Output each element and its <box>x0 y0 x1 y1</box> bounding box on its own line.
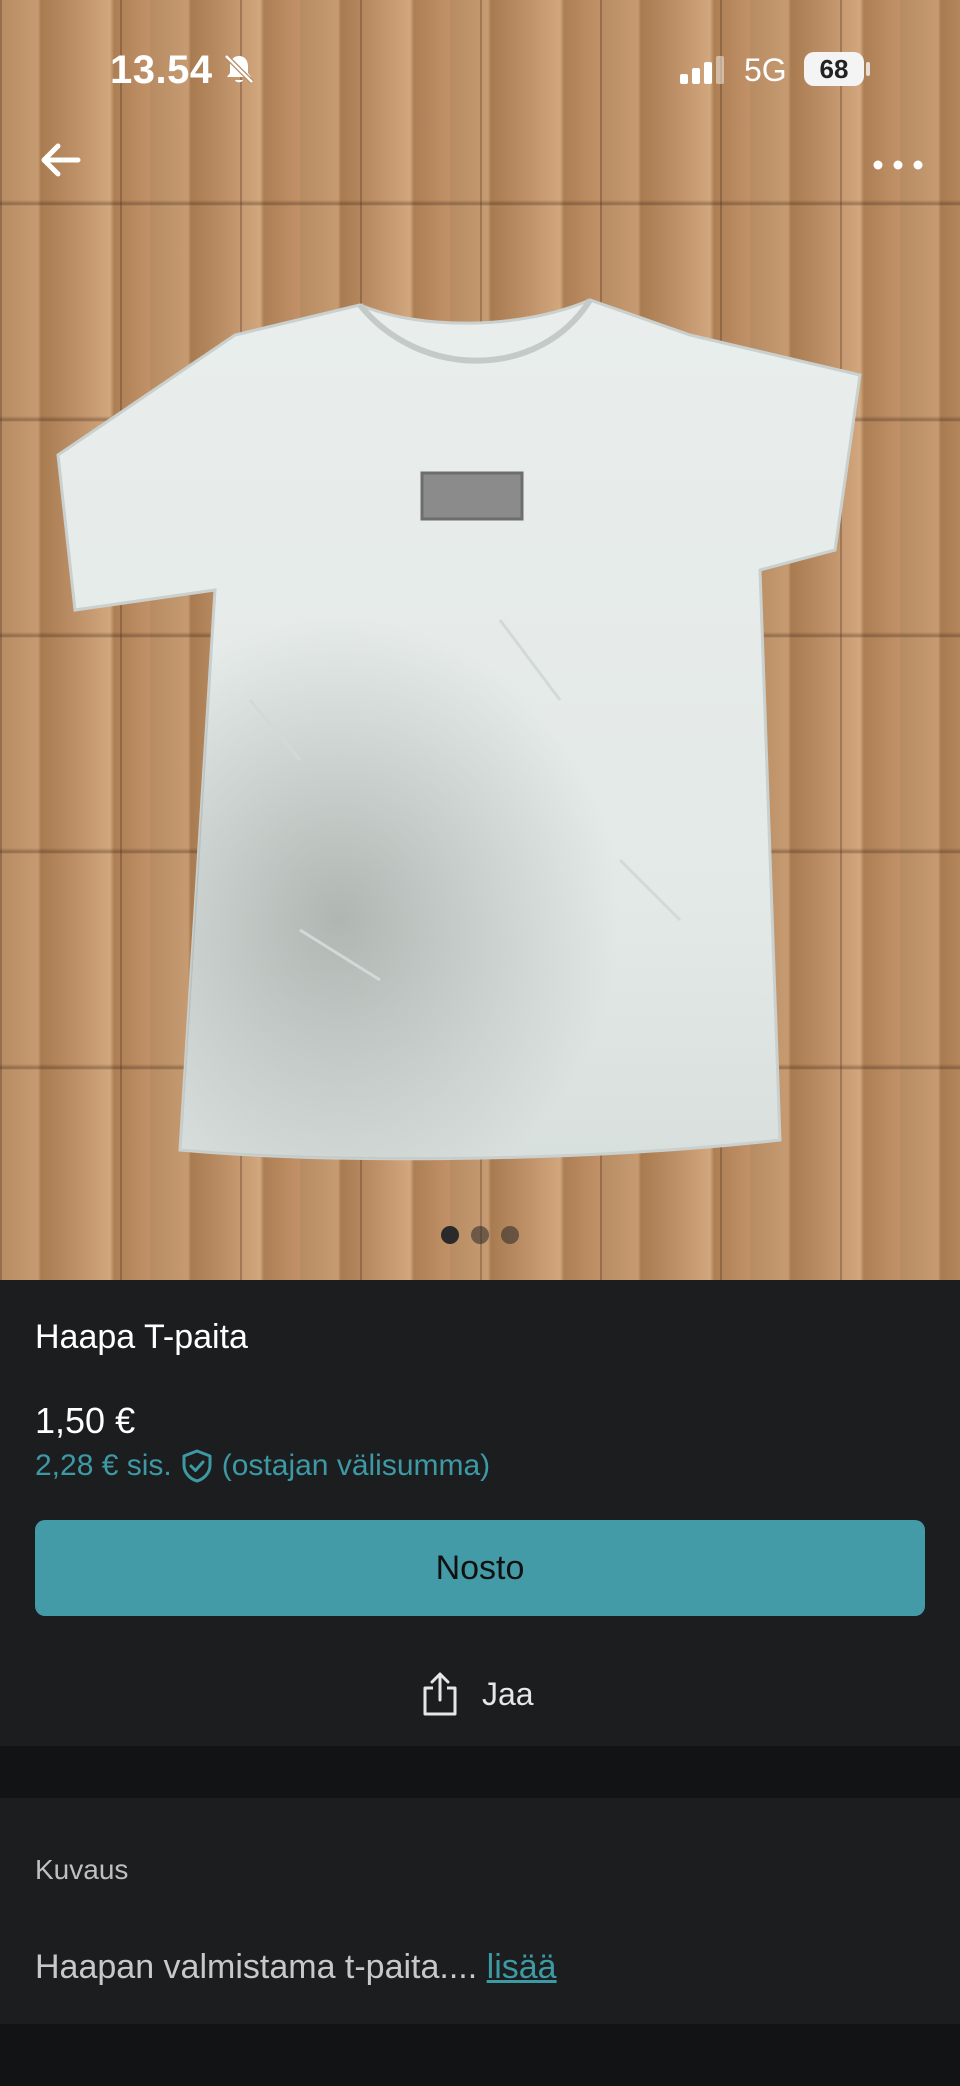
section-divider <box>0 1746 960 1798</box>
product-price: 1,50 € <box>35 1400 136 1441</box>
gallery-pagination[interactable] <box>0 1226 960 1249</box>
battery-tip <box>866 62 870 76</box>
description-section <box>0 1798 960 2024</box>
description-text: Haapan valmistama t-paita.... lisää <box>35 1948 557 1987</box>
buyer-total-note: (ostajan välisumma) <box>221 1449 491 1482</box>
status-bar: 13.54 5G 68 <box>0 0 960 140</box>
product-title: Haapa T-paita <box>35 1318 248 1356</box>
bump-button[interactable]: Nosto <box>35 1520 925 1616</box>
shield-check-icon[interactable] <box>180 1448 214 1484</box>
page-dot-3[interactable] <box>501 1226 520 1244</box>
more-options-button[interactable] <box>866 140 930 190</box>
status-time: 13.54 <box>110 48 213 92</box>
share-icon <box>423 1672 457 1716</box>
tshirt-image <box>56 298 862 1161</box>
back-button[interactable] <box>30 130 90 190</box>
arrow-left-icon <box>41 143 81 177</box>
product-photo[interactable] <box>0 0 960 1280</box>
signal-bars-icon <box>680 56 724 84</box>
buyer-total: 2,28 € sis. <box>35 1449 172 1482</box>
description-body: Haapan valmistama t-paita.... <box>35 1948 478 1986</box>
share-button[interactable]: Jaa <box>420 1670 534 1718</box>
bottom-divider <box>0 2024 960 2086</box>
battery-indicator: 68 <box>804 52 864 86</box>
buyer-total-line: 2,28 € sis. (ostajan välisumma) <box>35 1448 490 1484</box>
read-more-link[interactable]: lisää <box>487 1948 557 1986</box>
more-dots-icon <box>873 160 923 170</box>
network-type: 5G <box>744 52 787 88</box>
page-dot-1[interactable] <box>440 1226 459 1244</box>
bell-off-icon <box>224 54 254 84</box>
description-heading: Kuvaus <box>35 1854 129 1885</box>
page-dot-2[interactable] <box>471 1226 489 1244</box>
share-label: Jaa <box>482 1675 534 1712</box>
